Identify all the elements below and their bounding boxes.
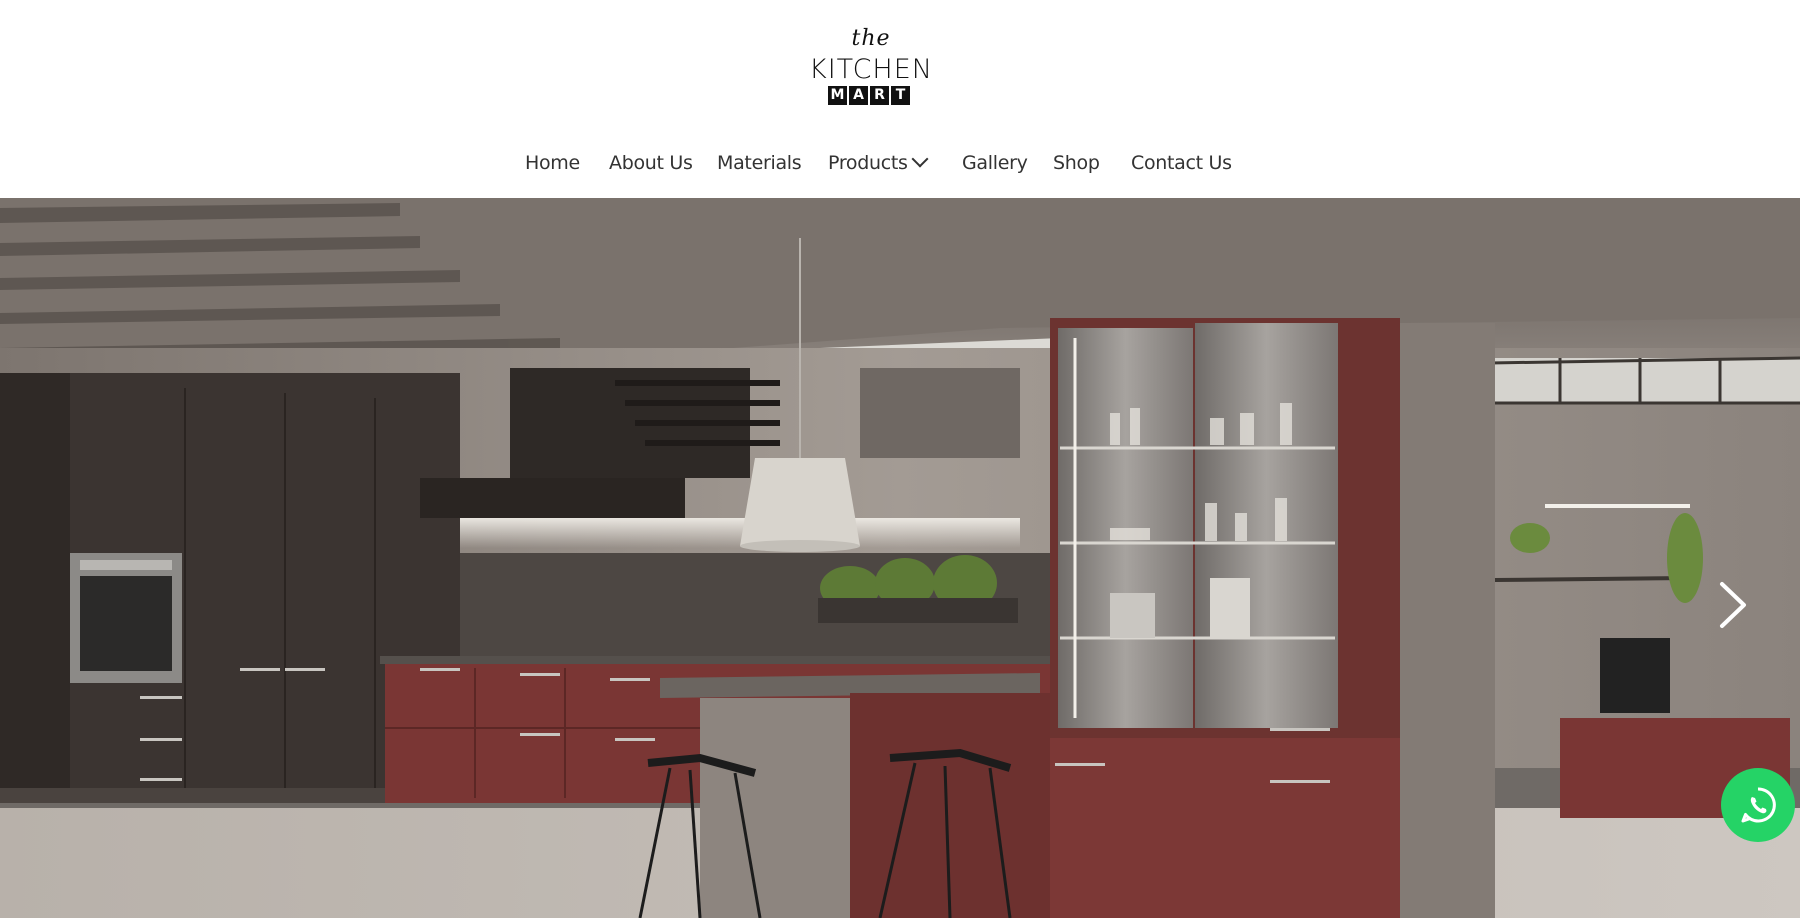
- nav-item-about-us[interactable]: About Us: [609, 148, 693, 178]
- whatsapp-icon: [1741, 787, 1776, 823]
- nav-item-shop[interactable]: Shop: [1053, 148, 1100, 178]
- logo-letter: T: [891, 86, 910, 105]
- chevron-down-icon: [911, 150, 929, 168]
- whatsapp-button[interactable]: [1721, 768, 1795, 842]
- main-nav: Home About Us Materials Products Gallery…: [0, 148, 1800, 178]
- nav-item-products[interactable]: Products: [828, 148, 929, 178]
- logo-letter: A: [849, 86, 868, 105]
- page: the KITCHEN M A R T Home About Us Materi…: [0, 0, 1816, 918]
- logo-mart-blocks: M A R T: [828, 86, 910, 105]
- nav-item-home[interactable]: Home: [525, 148, 580, 178]
- logo-letter: R: [870, 86, 889, 105]
- logo-letter: M: [828, 86, 847, 105]
- slider-next-button[interactable]: [1712, 580, 1752, 630]
- hero-kitchen-image: [0, 198, 1800, 918]
- logo-the-text: the: [851, 26, 891, 51]
- page-scrollbar[interactable]: [1800, 198, 1816, 918]
- nav-item-materials[interactable]: Materials: [717, 148, 802, 178]
- site-logo[interactable]: the KITCHEN M A R T: [800, 28, 942, 108]
- nav-item-gallery[interactable]: Gallery: [962, 148, 1028, 178]
- site-header: the KITCHEN M A R T Home About Us Materi…: [0, 0, 1800, 198]
- logo-kitchen-text: KITCHEN: [809, 54, 933, 85]
- nav-item-products-label: Products: [828, 152, 908, 174]
- nav-item-contact-us[interactable]: Contact Us: [1131, 148, 1232, 178]
- hero-slider: [0, 198, 1800, 918]
- chevron-right-icon: [1720, 582, 1746, 628]
